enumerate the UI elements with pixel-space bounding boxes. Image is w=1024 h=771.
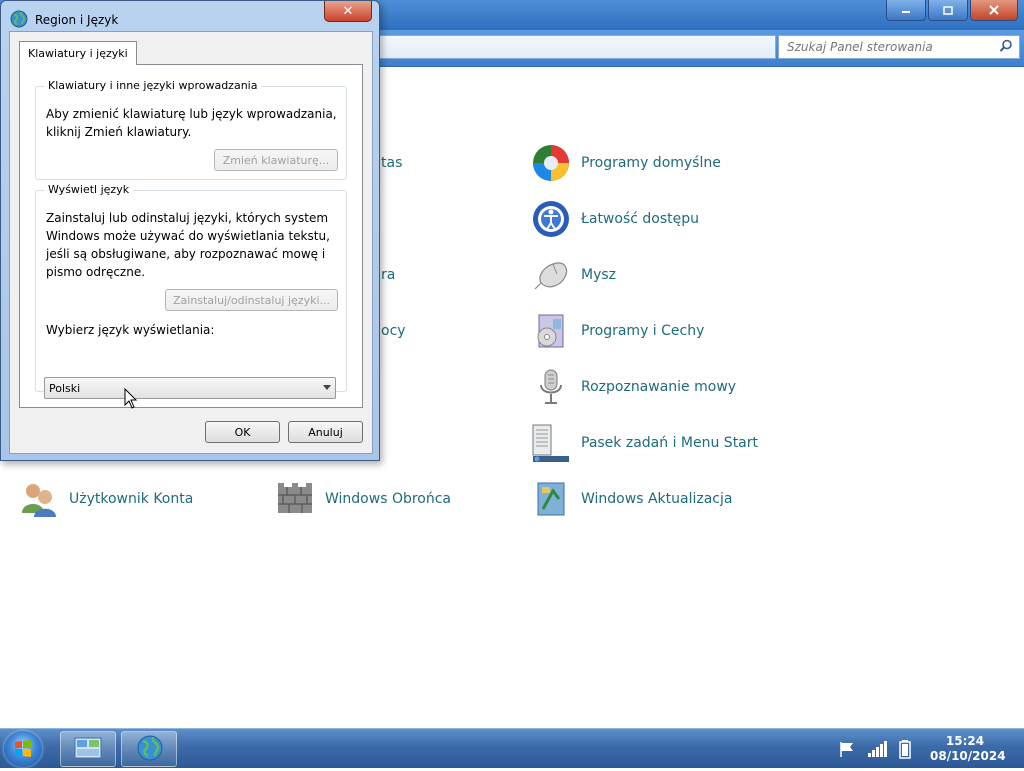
windows-update-icon	[531, 479, 571, 519]
action-center-flag-icon[interactable]	[838, 740, 856, 758]
change-keyboards-button[interactable]: Zmień klawiaturę...	[214, 149, 338, 171]
group-title: Wyświetl język	[44, 183, 134, 196]
cp-item-ease-of-access[interactable]: Łatwość dostępu	[531, 199, 699, 239]
search-input[interactable]	[787, 40, 987, 54]
battery-icon[interactable]	[898, 739, 912, 759]
clock-date: 08/10/2024	[930, 749, 1006, 763]
group-display-text: Zainstaluj lub odinstaluj języki, któryc…	[46, 209, 330, 281]
system-tray	[838, 733, 912, 765]
hidden-item-label[interactable]: ocy	[381, 323, 406, 339]
cp-item-label: Mysz	[581, 267, 617, 283]
taskbar-region-language-button[interactable]	[121, 731, 177, 767]
select-language-label: Wybierz język wyświetlania:	[46, 323, 215, 337]
dialog-title: Region i Język	[35, 13, 119, 27]
cp-item-label: Programy domyślne	[581, 155, 721, 171]
tab-keyboards-languages[interactable]: Klawiatury i języki	[19, 41, 137, 65]
text-line: kliknij Zmień klawiatury.	[46, 125, 192, 139]
text-line: pismo odręczne.	[46, 265, 146, 279]
close-window-button[interactable]	[970, 0, 1018, 21]
text-line: Aby zmienić klawiaturę lub język wprowad…	[46, 107, 337, 121]
cancel-button[interactable]: Anuluj	[288, 421, 363, 443]
network-signal-icon[interactable]	[866, 740, 888, 758]
hidden-item-label[interactable]: ra	[381, 267, 395, 283]
default-programs-icon	[531, 143, 571, 183]
firewall-icon	[275, 479, 315, 519]
cp-item-label: Programy i Cechy	[581, 323, 705, 339]
group-keyboards: Klawiatury i inne języki wprowadzania Ab…	[35, 79, 347, 180]
taskbar: 15:24 08/10/2024	[0, 728, 1024, 768]
group-display-language: Wyświetl język Zainstaluj lub odinstaluj…	[35, 183, 347, 392]
install-uninstall-languages-button[interactable]: Zainstaluj/odinstaluj języki...	[165, 289, 338, 311]
cp-item-label: Windows Aktualizacja	[581, 491, 733, 507]
cp-item-programs-features[interactable]: Programy i Cechy	[531, 311, 704, 351]
cp-item-user-accounts[interactable]: Użytkownik Konta	[19, 479, 193, 519]
start-button[interactable]	[4, 731, 42, 767]
select-value: Polski	[49, 382, 81, 395]
microphone-icon	[531, 367, 571, 407]
cp-item-firewall[interactable]: Windows Obrońca	[275, 479, 451, 519]
search-box[interactable]	[778, 35, 1020, 59]
ease-of-access-icon	[531, 199, 571, 239]
close-icon	[989, 5, 999, 15]
cp-item-windows-update[interactable]: Windows Aktualizacja	[531, 479, 732, 519]
globe-icon	[10, 10, 28, 28]
region-language-dialog: Region i Język ✕ Klawiatury i języki Kla…	[0, 0, 380, 461]
cp-item-default-programs[interactable]: Programy domyślne	[531, 143, 721, 183]
chevron-down-icon[interactable]	[323, 385, 331, 390]
address-bar[interactable]	[378, 35, 776, 59]
ok-button[interactable]: OK	[205, 421, 280, 443]
cp-item-mouse[interactable]: Mysz	[531, 255, 616, 295]
taskbar-icon	[531, 423, 571, 463]
display-language-select[interactable]: Polski	[44, 377, 336, 399]
dialog-client-area: Klawiatury i języki Klawiatury i inne ję…	[9, 31, 373, 454]
mouse-icon	[531, 255, 571, 295]
group-keyboards-text: Aby zmienić klawiaturę lub język wprowad…	[46, 105, 337, 141]
mouse-cursor-icon	[124, 388, 138, 409]
group-title: Klawiatury i inne języki wprowadzania	[44, 79, 262, 92]
maximize-button[interactable]	[928, 0, 968, 21]
hidden-item-label[interactable]: tas	[381, 155, 402, 171]
cp-item-label: Użytkownik Konta	[69, 491, 194, 507]
text-line: Zainstaluj lub odinstaluj języki, któryc…	[46, 211, 329, 225]
programs-features-icon	[531, 311, 571, 351]
cp-item-speech[interactable]: Rozpoznawanie mowy	[531, 367, 736, 407]
windows-logo-icon	[15, 740, 31, 757]
control-panel-icon	[74, 737, 102, 759]
minimize-button[interactable]	[886, 0, 926, 21]
clock[interactable]: 15:24 08/10/2024	[930, 734, 1006, 764]
user-accounts-icon	[19, 479, 59, 519]
minimize-icon	[902, 11, 910, 13]
cp-item-label: Pasek zadań i Menu Start	[581, 435, 759, 451]
clock-time: 15:24	[945, 734, 985, 748]
cp-item-label: Łatwość dostępu	[581, 211, 700, 227]
tab-page: Klawiatury i inne języki wprowadzania Ab…	[19, 64, 363, 408]
maximize-icon	[943, 5, 953, 15]
text-line: jeśli są obsługiwane, aby rozpoznawać mo…	[46, 247, 326, 261]
dialog-close-button[interactable]: ✕	[324, 1, 372, 22]
globe-icon	[137, 735, 163, 761]
cp-item-label: Rozpoznawanie mowy	[581, 379, 737, 395]
taskbar-control-panel-button[interactable]	[60, 731, 116, 767]
cp-item-label: Windows Obrońca	[325, 491, 452, 507]
text-line: Windows może używać do wyświetlania teks…	[46, 229, 330, 243]
search-icon[interactable]	[999, 39, 1013, 53]
cp-item-taskbar[interactable]: Pasek zadań i Menu Start	[531, 423, 758, 463]
window-controls	[886, 0, 1018, 21]
